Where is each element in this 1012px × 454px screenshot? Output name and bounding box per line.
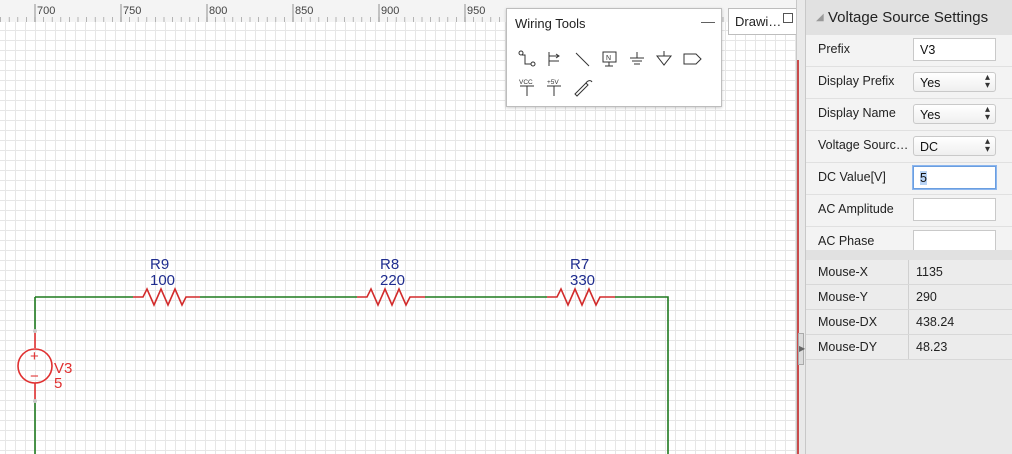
mouse-row: Mouse-DX 438.24 <box>806 310 1012 335</box>
prop-row-display-prefix: Display Prefix Yes ▴ ▾ <box>806 67 1012 99</box>
resistor-r8[interactable]: R8 220 <box>357 256 425 307</box>
prop-label: Prefix <box>818 42 850 56</box>
wiring-tools-panel[interactable]: Wiring Tools — N VCC +5V <box>506 8 722 107</box>
net-text: N <box>606 55 611 62</box>
ac-amplitude-input[interactable] <box>913 198 996 221</box>
drawing-tab-label: Drawi… <box>735 14 782 29</box>
panel-title: Wiring Tools <box>515 16 586 31</box>
prop-label: AC Phase <box>818 234 875 248</box>
plus5v-text: +5V <box>547 79 559 86</box>
voltage-source-v3[interactable]: + − V3 5 <box>17 329 72 403</box>
updown-arrows-icon: ▴ ▾ <box>984 72 990 91</box>
display-prefix-select[interactable]: Yes ▴ ▾ <box>913 72 996 92</box>
selected-text: 5 <box>920 171 927 185</box>
prop-label: DC Value[V] <box>818 170 886 184</box>
prop-label: Voltage Sourc… <box>818 138 909 152</box>
collapse-triangle-icon[interactable]: ◢ <box>816 12 824 23</box>
collapse-arrow-icon: ▶ <box>799 344 806 353</box>
wire-group[interactable] <box>34 296 669 454</box>
prop-row-voltage-source-type: Voltage Sourc… DC ▴ ▾ <box>806 131 1012 163</box>
settings-table: Prefix V3 Display Prefix Yes ▴ ▾ Display … <box>806 35 1012 259</box>
prop-label: AC Amplitude <box>818 202 894 216</box>
resistor-value: 220 <box>380 272 405 289</box>
port-icon[interactable] <box>682 49 703 69</box>
mouse-value: 438.24 <box>908 310 1012 334</box>
mouse-label: Mouse-DY <box>818 340 878 354</box>
mouse-value: 1135 <box>908 260 1012 284</box>
select-value: DC <box>920 140 939 154</box>
vcc-text: VCC <box>519 79 533 86</box>
resistor-name: R9 <box>150 256 169 273</box>
prop-row-display-name: Display Name Yes ▴ ▾ <box>806 99 1012 131</box>
minus-sign: − <box>30 368 39 385</box>
resistor-name: R8 <box>380 256 399 273</box>
select-value: Yes <box>920 76 941 90</box>
voltage-source-settings-header[interactable]: ◢ Voltage Source Settings <box>806 0 1012 36</box>
plus-sign: + <box>30 348 39 365</box>
mouse-label: Mouse-DX <box>818 315 878 329</box>
prop-row-dc-value: DC Value[V] 5 <box>806 163 1012 195</box>
mouse-info-table: Mouse-X 1135 Mouse-Y 290 Mouse-DX 438.24… <box>806 260 1012 360</box>
mouse-value: 290 <box>908 285 1012 309</box>
mouse-row: Mouse-X 1135 <box>806 260 1012 285</box>
settings-title: Voltage Source Settings <box>828 9 989 26</box>
ground-icon[interactable] <box>627 49 648 69</box>
maximize-icon[interactable] <box>783 13 793 23</box>
plus5v-icon[interactable]: +5V <box>544 77 565 97</box>
splitter-grip[interactable]: ▶ <box>798 333 806 365</box>
mouse-label: Mouse-Y <box>818 290 869 304</box>
resistor-r7[interactable]: R7 330 <box>547 256 615 307</box>
prop-row-ac-amplitude: AC Amplitude <box>806 195 1012 227</box>
display-name-select[interactable]: Yes ▴ ▾ <box>913 104 996 124</box>
minimize-button[interactable]: — <box>701 13 715 29</box>
signal-ground-icon[interactable] <box>654 49 675 69</box>
select-value: Yes <box>920 108 941 122</box>
net-label-icon[interactable]: N <box>599 49 620 69</box>
resistor-value: 330 <box>570 272 595 289</box>
resistor-r9[interactable]: R9 100 <box>133 256 200 307</box>
mouse-label: Mouse-X <box>818 265 869 279</box>
canvas-border-line <box>797 60 799 454</box>
schematic-canvas[interactable]: 700 750 800 850 900 950 R9 100 R8 220 R7 330 <box>0 0 796 454</box>
prop-label: Display Name <box>818 106 896 120</box>
wire-icon[interactable] <box>517 49 538 69</box>
wire-right <box>615 296 669 454</box>
line-icon[interactable] <box>572 49 593 69</box>
mouse-row: Mouse-Y 290 <box>806 285 1012 310</box>
section-divider <box>806 250 1012 260</box>
pen-icon[interactable] <box>572 77 593 97</box>
voltage-source-type-select[interactable]: DC ▴ ▾ <box>913 136 996 156</box>
prefix-input[interactable]: V3 <box>913 38 996 61</box>
mouse-value: 48.23 <box>908 335 1012 359</box>
resistor-value: 100 <box>150 272 175 289</box>
updown-arrows-icon: ▴ ▾ <box>984 136 990 155</box>
properties-panel: ◢ Voltage Source Settings Prefix V3 Disp… <box>806 0 1012 454</box>
source-value: 5 <box>54 375 62 392</box>
vcc-icon[interactable]: VCC <box>517 77 538 97</box>
mouse-row: Mouse-DY 48.23 <box>806 335 1012 360</box>
prop-row-prefix: Prefix V3 <box>806 35 1012 67</box>
drawing-panel-tab[interactable]: Drawi… <box>728 8 796 35</box>
prop-label: Display Prefix <box>818 74 895 88</box>
dc-value-input[interactable]: 5 <box>913 166 996 189</box>
panel-splitter[interactable]: ▶ <box>796 0 806 454</box>
updown-arrows-icon: ▴ ▾ <box>984 104 990 123</box>
bus-icon[interactable] <box>544 49 565 69</box>
resistor-name: R7 <box>570 256 589 273</box>
